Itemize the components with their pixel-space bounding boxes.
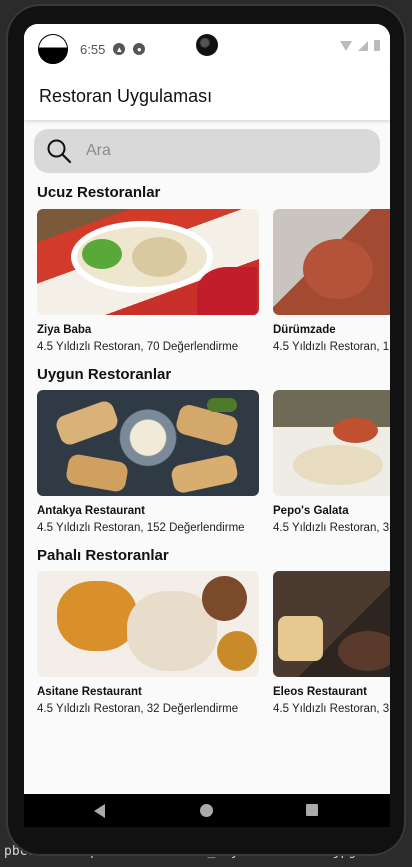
restaurant-image: [37, 571, 259, 677]
notification-icon: ●: [133, 43, 146, 55]
restaurant-image: [37, 390, 259, 496]
restaurant-card[interactable]: Antakya Restaurant 4.5 Yıldızlı Restoran…: [37, 390, 259, 534]
restaurant-image: [273, 209, 390, 315]
section-title-expensive: Pahalı Restoranlar: [37, 547, 169, 564]
notification-icon: ▲: [113, 43, 126, 55]
restaurant-image: [273, 390, 390, 496]
restaurant-rating: 4.5 Yıldızlı Restoran, 70 Değerlendirme: [37, 341, 239, 353]
restaurant-name: Ziya Baba: [37, 324, 92, 336]
section-title-affordable: Uygun Restoranlar: [37, 366, 172, 383]
app-bar: Restoran Uygulaması: [24, 70, 390, 120]
phone-frame: 6:55 ▲ ● Restoran Uygulaması Ara Ucuz Re…: [6, 4, 406, 856]
search-input[interactable]: Ara: [86, 142, 111, 160]
wifi-icon: [340, 40, 352, 51]
restaurant-name: Antakya Restaurant: [37, 505, 146, 517]
search-icon: [47, 139, 72, 164]
status-avatar: [38, 34, 68, 64]
restaurant-rating: 4.5 Yıldızlı Restoran, 1: [273, 341, 390, 353]
restaurant-card[interactable]: Asitane Restaurant 4.5 Yıldızlı Restoran…: [37, 571, 259, 715]
status-time: 6:55: [80, 41, 106, 57]
search-bar[interactable]: Ara: [34, 129, 380, 173]
status-bar: 6:55 ▲ ●: [24, 24, 390, 70]
signal-icon: [358, 40, 368, 51]
restaurant-name: Eleos Restaurant: [273, 686, 367, 698]
app-screen: 6:55 ▲ ● Restoran Uygulaması Ara Ucuz Re…: [24, 24, 390, 827]
front-camera: [196, 34, 218, 56]
restaurant-rating: 4.5 Yıldızlı Restoran, 32 Değerlendirme: [37, 703, 239, 715]
restaurant-rating: 4.5 Yıldızlı Restoran, 3: [273, 522, 390, 534]
restaurant-card[interactable]: Ziya Baba 4.5 Yıldızlı Restoran, 70 Değe…: [37, 209, 259, 353]
section-title-cheap: Ucuz Restoranlar: [37, 184, 161, 201]
restaurant-image: [37, 209, 259, 315]
restaurant-card[interactable]: Eleos Restaurant 4.5 Yıldızlı Restoran, …: [273, 571, 390, 715]
restaurant-card[interactable]: Pepo's Galata 4.5 Yıldızlı Restoran, 3: [273, 390, 390, 534]
recents-icon[interactable]: [306, 804, 318, 816]
back-icon[interactable]: [94, 804, 105, 818]
restaurant-rating: 4.5 Yıldızlı Restoran, 3: [273, 703, 390, 715]
restaurant-name: Dürümzade: [273, 324, 336, 336]
restaurant-card[interactable]: Dürümzade 4.5 Yıldızlı Restoran, 1: [273, 209, 390, 353]
restaurant-name: Asitane Restaurant: [37, 686, 142, 698]
restaurant-name: Pepo's Galata: [273, 505, 349, 517]
home-icon[interactable]: [200, 804, 213, 817]
restaurant-image: [273, 571, 390, 677]
app-title: Restoran Uygulaması: [39, 86, 213, 106]
restaurant-rating: 4.5 Yıldızlı Restoran, 152 Değerlendirme: [37, 522, 245, 534]
battery-icon: [374, 40, 380, 51]
navigation-bar: [24, 794, 390, 827]
